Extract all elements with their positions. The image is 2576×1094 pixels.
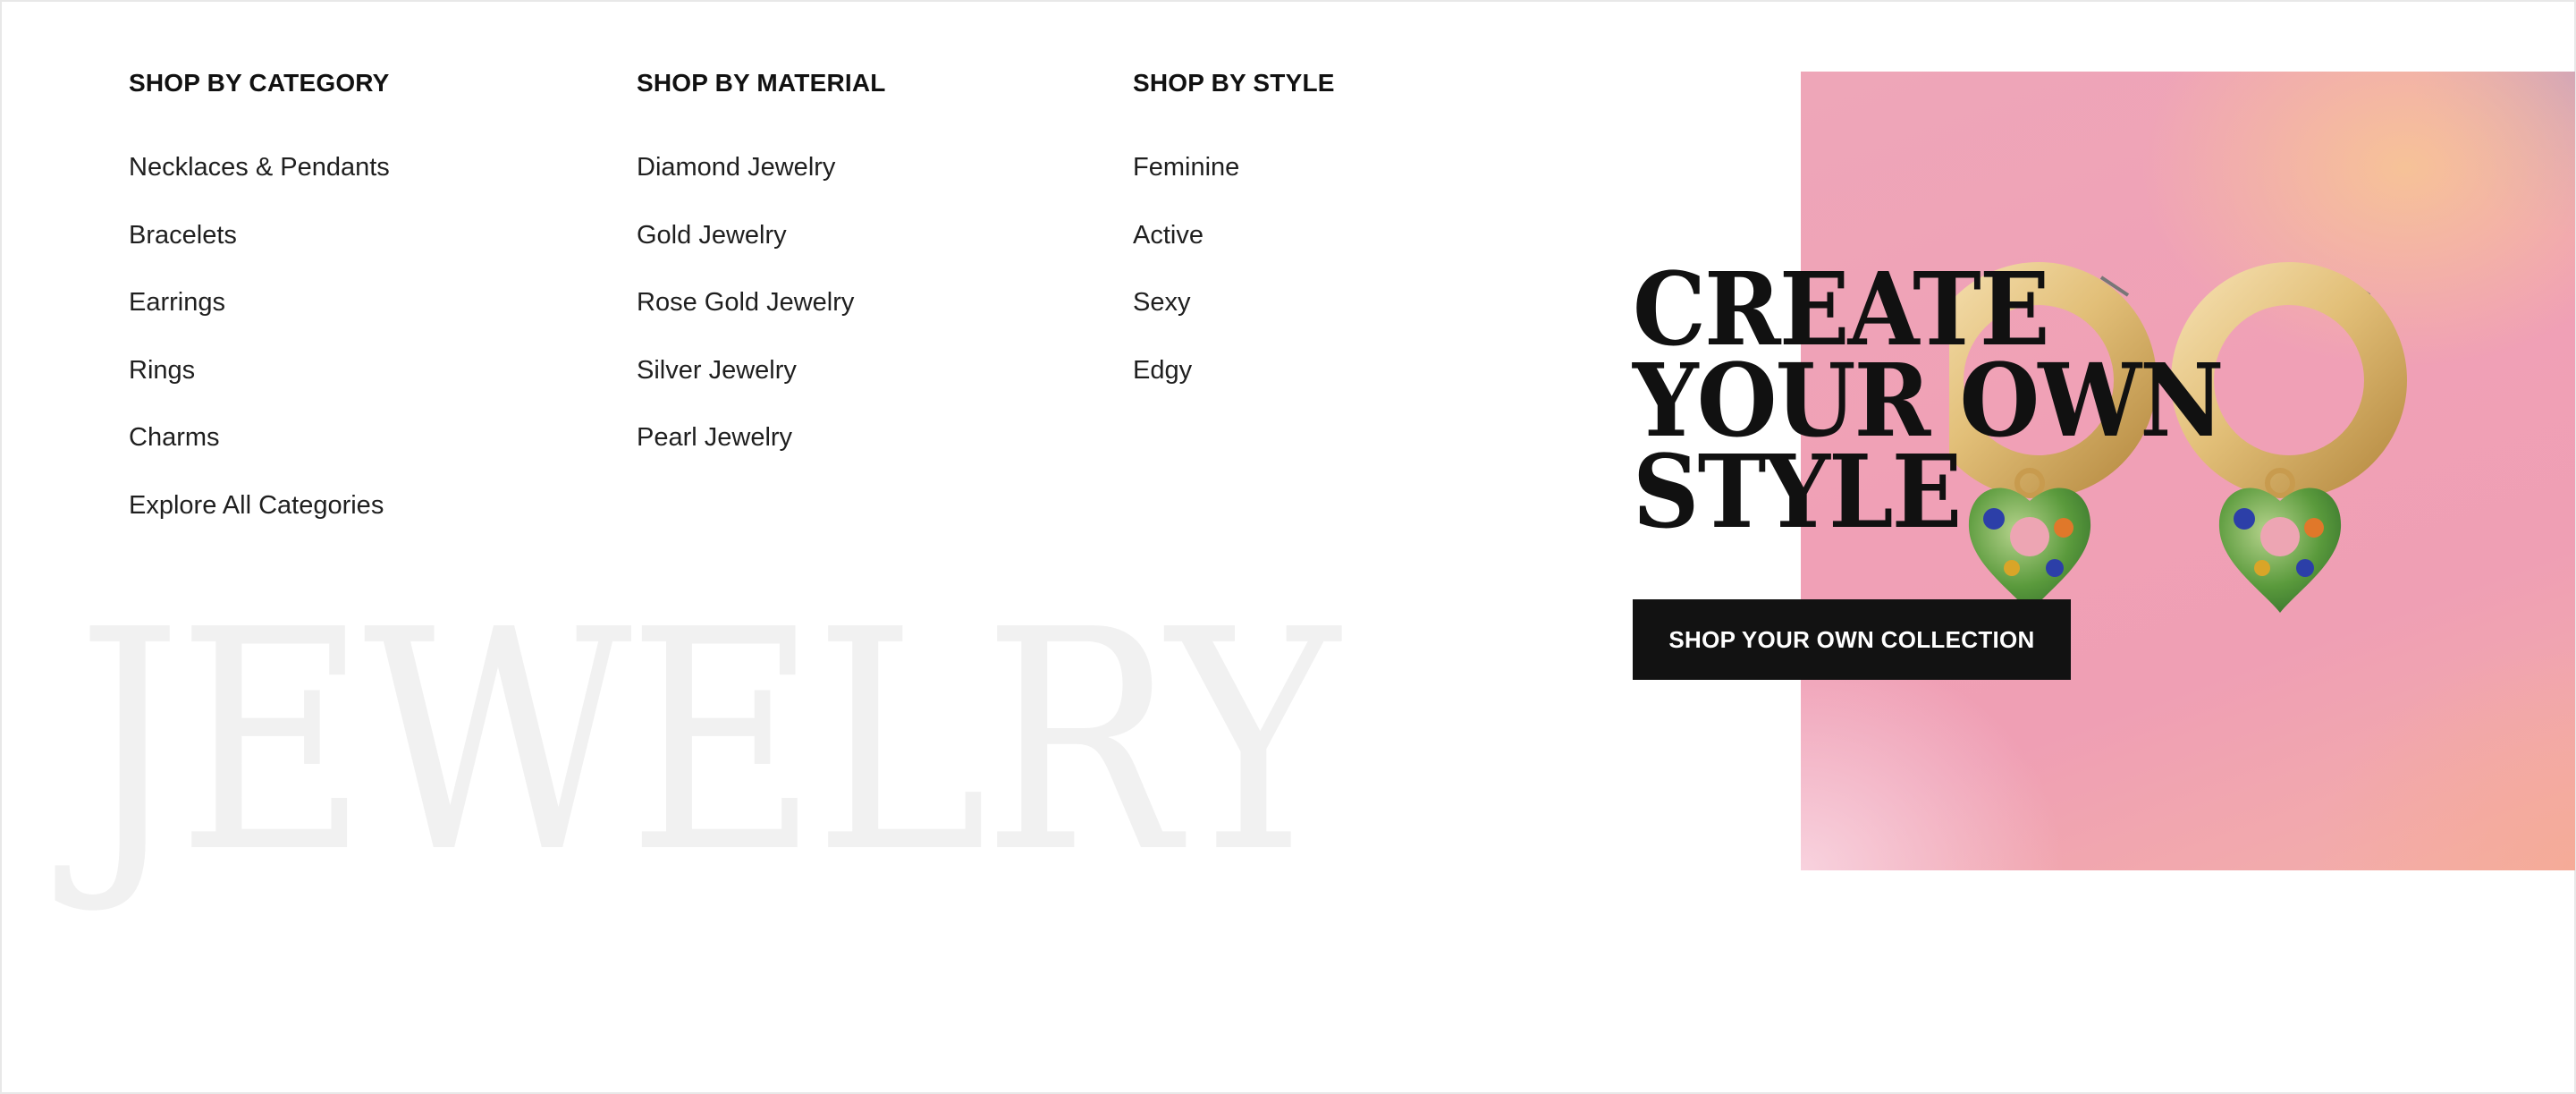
menu-link-active[interactable]: Active: [1133, 216, 1335, 284]
heading-shop-by-category: SHOP BY CATEGORY: [129, 69, 390, 97]
menu-link-sexy[interactable]: Sexy: [1133, 284, 1335, 352]
menu-link-gold-jewelry[interactable]: Gold Jewelry: [637, 216, 886, 284]
menu-link-feminine[interactable]: Feminine: [1133, 148, 1335, 216]
promo-headline-line: STYLE: [1633, 434, 1962, 551]
menu-link-silver-jewelry[interactable]: Silver Jewelry: [637, 352, 886, 420]
promo-headline: CREATE YOUR OWN STYLE: [1633, 260, 2224, 551]
menu-link-earrings[interactable]: Earrings: [129, 284, 390, 352]
menu-column-material: SHOP BY MATERIAL Diamond Jewelry Gold Je…: [637, 64, 886, 487]
style-list: Feminine Active Sexy Edgy: [1133, 148, 1335, 419]
material-list: Diamond Jewelry Gold Jewelry Rose Gold J…: [637, 148, 886, 487]
menu-column-category: SHOP BY CATEGORY Necklaces & Pendants Br…: [129, 64, 390, 555]
menu-link-explore-all-categories[interactable]: Explore All Categories: [129, 487, 390, 555]
menu-link-diamond-jewelry[interactable]: Diamond Jewelry: [637, 148, 886, 216]
jewelry-watermark: JEWELRY: [77, 565, 1339, 920]
heading-shop-by-style: SHOP BY STYLE: [1133, 69, 1335, 97]
menu-link-necklaces-pendants[interactable]: Necklaces & Pendants: [129, 148, 390, 216]
menu-link-edgy[interactable]: Edgy: [1133, 352, 1335, 420]
menu-link-charms[interactable]: Charms: [129, 419, 390, 487]
menu-column-style: SHOP BY STYLE Feminine Active Sexy Edgy: [1133, 64, 1335, 419]
menu-link-rose-gold-jewelry[interactable]: Rose Gold Jewelry: [637, 284, 886, 352]
menu-link-rings[interactable]: Rings: [129, 352, 390, 420]
menu-link-pearl-jewelry[interactable]: Pearl Jewelry: [637, 419, 886, 487]
category-list: Necklaces & Pendants Bracelets Earrings …: [129, 148, 390, 555]
heading-shop-by-material: SHOP BY MATERIAL: [637, 69, 886, 97]
shop-your-own-collection-button[interactable]: SHOP YOUR OWN COLLECTION: [1633, 599, 2071, 680]
menu-link-bracelets[interactable]: Bracelets: [129, 216, 390, 284]
